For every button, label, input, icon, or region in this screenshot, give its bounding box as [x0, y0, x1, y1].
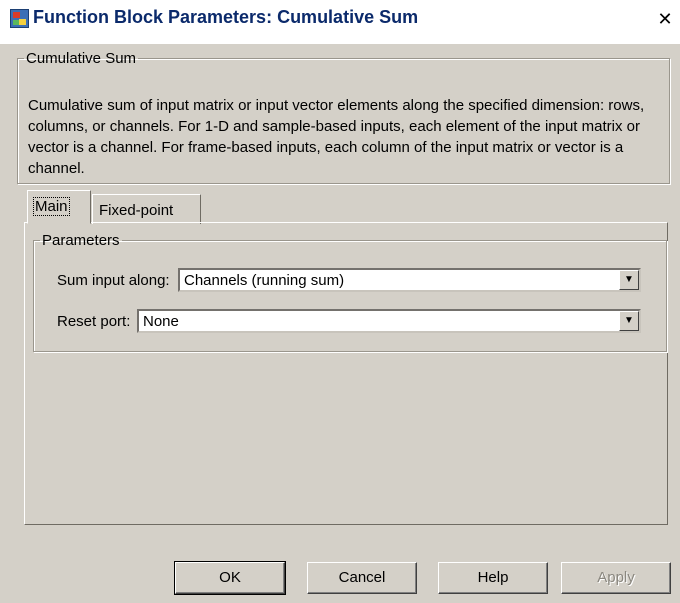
close-icon[interactable]: ✕	[655, 9, 675, 29]
help-button[interactable]: Help	[438, 562, 548, 594]
description-group: Cumulative Sum Cumulative sum of input m…	[17, 50, 670, 184]
chevron-down-icon[interactable]: ▼	[619, 311, 639, 331]
description-text: Cumulative sum of input matrix or input …	[28, 97, 645, 177]
sum-input-along-select[interactable]: Channels (running sum) ▼	[178, 268, 641, 292]
description-legend: Cumulative Sum	[26, 50, 137, 67]
chevron-down-icon[interactable]: ▼	[619, 270, 639, 290]
title-bar: Function Block Parameters: Cumulative Su…	[0, 0, 680, 44]
reset-port-select[interactable]: None ▼	[137, 309, 641, 333]
tab-main-label: Main	[33, 197, 70, 216]
parameters-group: Parameters	[33, 232, 667, 352]
reset-port-value: None	[143, 313, 179, 330]
simulink-block-icon	[10, 9, 29, 28]
sum-input-along-label: Sum input along:	[57, 272, 170, 289]
tab-main[interactable]: Main	[27, 190, 91, 224]
sum-input-along-value: Channels (running sum)	[184, 272, 345, 289]
tab-fixed-point[interactable]: Fixed-point	[92, 194, 201, 224]
window-title: Function Block Parameters: Cumulative Su…	[33, 7, 419, 27]
tab-fixed-point-label: Fixed-point	[99, 202, 174, 219]
ok-button[interactable]: OK	[174, 561, 286, 595]
reset-port-label: Reset port:	[57, 313, 131, 330]
cancel-button[interactable]: Cancel	[307, 562, 417, 594]
parameters-legend: Parameters	[42, 232, 120, 249]
apply-button[interactable]: Apply	[561, 562, 671, 594]
